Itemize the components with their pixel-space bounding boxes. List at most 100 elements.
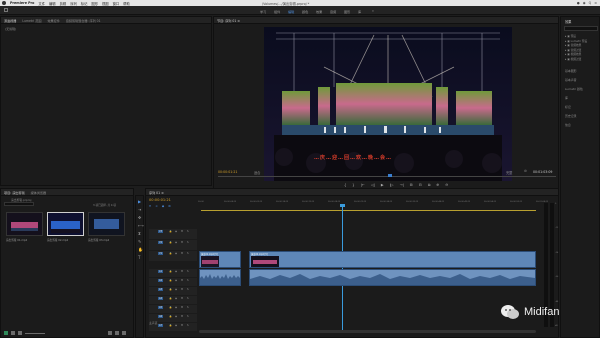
track-ctrl-A3-2[interactable]: M — [181, 288, 183, 291]
track-target-A2[interactable]: A2 — [158, 279, 164, 282]
tool-1[interactable]: ⇥ — [138, 207, 141, 212]
tool-6[interactable]: ✋ — [138, 247, 143, 252]
effects-section-3[interactable]: 库 — [565, 96, 568, 100]
lock-icon[interactable] — [4, 331, 8, 335]
tab-program[interactable]: 节目: 序列 01 ≡ — [217, 18, 240, 23]
track-header-V2[interactable]: V2 🔒 ◉ M S — [149, 240, 197, 250]
tool-3[interactable]: ⟷ — [138, 223, 144, 228]
track-ctrl-V3-2[interactable]: M — [181, 230, 183, 233]
timeline-ruler[interactable]: 00:00 00:00:04:23 00:00:09:23 00:00:14:23 00… — [198, 199, 548, 209]
timeline-h-scrollbar[interactable] — [199, 330, 536, 333]
source-tab-1[interactable]: Lumetri 范围 — [22, 18, 41, 23]
track-ctrl-A1-3[interactable]: S — [187, 270, 189, 273]
track-ctrl-V2-1[interactable]: ◉ — [175, 241, 177, 244]
track-ctrl-A4-2[interactable]: M — [181, 297, 183, 300]
transport-button-1[interactable]: } — [352, 183, 354, 187]
track-ctrl-A2-1[interactable]: ◉ — [175, 279, 177, 282]
workspace-tab-8[interactable]: » — [372, 9, 374, 13]
playhead-marker-icon[interactable] — [388, 174, 392, 177]
app-name[interactable]: Premiere Pro — [10, 1, 34, 5]
effects-section-1[interactable]: 基本声音 — [565, 78, 577, 82]
track-header-A1[interactable]: A1 🔒 ◉ M S — [149, 269, 197, 277]
track-ctrl-A6-3[interactable]: S — [187, 315, 189, 318]
apple-icon[interactable] — [2, 1, 6, 5]
track-ctrl-A3-3[interactable]: S — [187, 288, 189, 291]
transport-button-3[interactable]: ◁| — [371, 183, 375, 187]
track-target-V1[interactable]: V1 — [158, 252, 164, 255]
effects-section-0[interactable]: 基本图形 — [565, 69, 577, 73]
effects-section-5[interactable]: 历史记录 — [565, 114, 577, 118]
track-ctrl-V1-3[interactable]: S — [187, 252, 189, 255]
track-ctrl-V1-1[interactable]: ◉ — [175, 252, 177, 255]
project-tab-0[interactable]: 项目: 演出剪辑 — [4, 190, 25, 195]
source-tab-0[interactable]: 源监视器 — [4, 18, 16, 23]
new-item-icon[interactable] — [115, 331, 119, 335]
transport-button-11[interactable]: ⊖ — [445, 183, 448, 187]
menu-item-7[interactable]: 窗口 — [113, 1, 120, 6]
transport-button-9[interactable]: ⧉ — [428, 183, 431, 187]
effects-folder-1[interactable]: ▸ ▣ Lumetri 预设 — [565, 39, 587, 43]
track-ctrl-A2-3[interactable]: S — [187, 279, 189, 282]
audio-clip-2[interactable] — [249, 269, 536, 286]
track-header-A3[interactable]: A3 🔒 ◉ M S — [149, 287, 197, 295]
wrench-timeline-icon[interactable]: ⚙ — [168, 204, 171, 208]
track-ctrl-V3-1[interactable]: ◉ — [175, 230, 177, 233]
transport-button-8[interactable]: ⊟ — [419, 183, 422, 187]
effects-folder-4[interactable]: ▸ ▣ 视频效果 — [565, 52, 581, 56]
marker-icon[interactable]: ◆ — [162, 204, 164, 208]
menu-item-3[interactable]: 序列 — [70, 1, 77, 6]
track-target-V3[interactable]: V3 — [158, 230, 164, 233]
track-ctrl-A3-0[interactable]: 🔒 — [169, 288, 172, 291]
icon-view-icon[interactable] — [18, 331, 22, 335]
track-ctrl-A5-3[interactable]: S — [187, 306, 189, 309]
workspace-tab-6[interactable]: 图形 — [344, 9, 350, 14]
track-ctrl-A6-2[interactable]: M — [181, 315, 183, 318]
track-ctrl-A2-2[interactable]: M — [181, 279, 183, 282]
track-ctrl-A5-0[interactable]: 🔒 — [169, 306, 172, 309]
zoom-slider[interactable] — [25, 333, 45, 334]
effects-folder-5[interactable]: ▸ ▣ 视频过渡 — [565, 57, 581, 61]
track-target-A7[interactable]: A7 — [158, 324, 164, 327]
track-ctrl-V2-0[interactable]: 🔒 — [169, 241, 172, 244]
source-tab-3[interactable]: 音频剪辑混合器: 序列 01 — [66, 18, 101, 23]
track-target-V2[interactable]: V2 — [158, 241, 164, 244]
project-tab-1[interactable]: 媒体浏览器 — [31, 190, 46, 195]
tool-2[interactable]: ✥ — [138, 215, 141, 220]
effects-folder-0[interactable]: ▸ ▣ 预设 — [565, 34, 576, 38]
home-icon[interactable] — [4, 8, 8, 12]
tool-0[interactable]: ▶ — [138, 199, 141, 204]
track-ctrl-A1-0[interactable]: 🔒 — [169, 270, 172, 273]
track-ctrl-A4-1[interactable]: ◉ — [175, 297, 177, 300]
project-search-input[interactable] — [4, 202, 34, 206]
workspace-tab-5[interactable]: 音频 — [330, 9, 336, 14]
track-header-V1[interactable]: V1 🔒 ◉ M S — [149, 251, 197, 261]
status-icon-0[interactable]: ● — [577, 1, 580, 5]
track-ctrl-A2-0[interactable]: 🔒 — [169, 279, 172, 282]
track-ctrl-A4-0[interactable]: 🔒 — [169, 297, 172, 300]
effects-search-input[interactable] — [564, 26, 598, 31]
transport-button-2[interactable]: |← — [361, 183, 365, 187]
workspace-tab-0[interactable]: 学习 — [260, 9, 266, 14]
track-ctrl-A5-1[interactable]: ◉ — [175, 306, 177, 309]
track-target-A4[interactable]: A4 — [158, 297, 164, 300]
track-ctrl-A1-2[interactable]: M — [181, 270, 183, 273]
workspace-tab-1[interactable]: 组件 — [274, 9, 280, 14]
track-ctrl-V3-0[interactable]: 🔒 — [169, 230, 172, 233]
project-thumb-3[interactable] — [88, 212, 125, 236]
video-clip-1[interactable]: 演出01.mp4 [V] — [199, 251, 241, 268]
status-icon-3[interactable]: ≡ — [594, 1, 597, 5]
status-icon-2[interactable]: Q — [589, 1, 592, 5]
track-header-A4[interactable]: A4 🔒 ◉ M S — [149, 296, 197, 304]
track-ctrl-A7-2[interactable]: M — [181, 324, 183, 327]
work-area-bar[interactable] — [201, 210, 536, 211]
fit-dropdown[interactable]: 适合 — [254, 170, 260, 175]
effects-folder-3[interactable]: ▸ ▣ 音频过渡 — [565, 48, 581, 52]
menu-item-5[interactable]: 图形 — [91, 1, 98, 6]
program-timecode[interactable]: 00:00:01:21 — [218, 170, 237, 174]
track-target-A6[interactable]: A6 — [158, 315, 164, 318]
track-ctrl-A7-3[interactable]: S — [187, 324, 189, 327]
menu-item-6[interactable]: 视图 — [102, 1, 109, 6]
tool-4[interactable]: ⧗ — [138, 231, 141, 236]
tab-sequence[interactable]: 序列 01 ≡ — [149, 190, 164, 195]
track-ctrl-A5-2[interactable]: M — [181, 306, 183, 309]
